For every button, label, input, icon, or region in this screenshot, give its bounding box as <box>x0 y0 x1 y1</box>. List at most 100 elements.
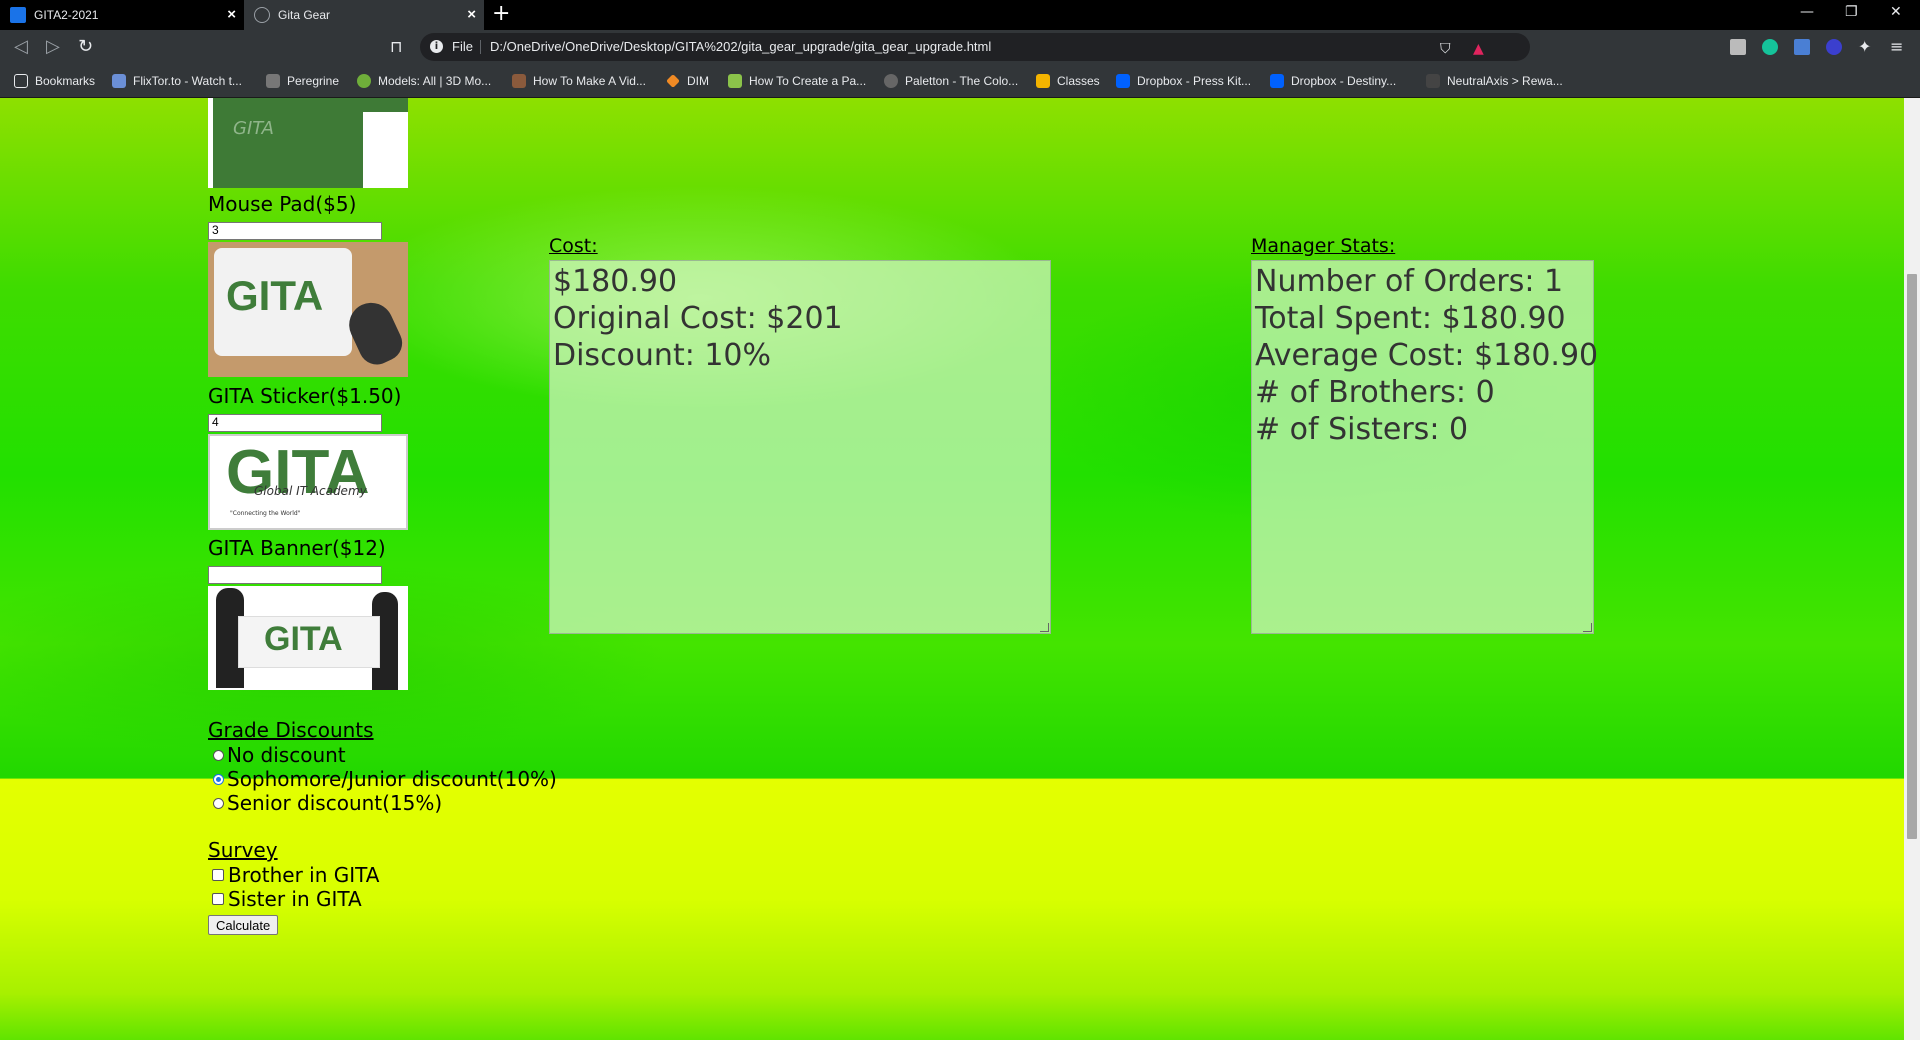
back-icon[interactable]: ◁ <box>14 37 28 57</box>
minimize-icon[interactable]: — <box>1800 4 1814 20</box>
mouse-pad-qty-input[interactable]: 3 <box>208 222 382 240</box>
toolbar: ◁ ▷ ↻ ⊓ i File D:/OneDrive/OneDrive/Desk… <box>0 30 1920 64</box>
page-icon <box>728 74 742 88</box>
product-label-mouse-pad: Mouse Pad($5) <box>208 192 357 216</box>
survey-heading: Survey <box>208 838 278 862</box>
tab-gita-gear[interactable]: Gita Gear × <box>244 0 484 30</box>
extension-icon[interactable] <box>1730 39 1746 55</box>
stat-sisters: # of Sisters: 0 <box>1255 412 1469 447</box>
scrollbar[interactable] <box>1904 98 1920 1040</box>
extensions-puzzle-icon[interactable]: ✦ <box>1858 37 1871 57</box>
dropbox-icon <box>1270 74 1284 88</box>
manager-stats-textarea[interactable]: Number of Orders: 1 Total Spent: $180.90… <box>1251 260 1599 634</box>
classroom-icon <box>10 7 26 23</box>
sticker-tagline: "Connecting the World" <box>230 510 301 517</box>
stat-orders: Number of Orders: 1 <box>1255 264 1564 299</box>
radio-button-selected[interactable] <box>213 773 224 785</box>
forward-icon[interactable]: ▷ <box>46 37 60 57</box>
bookmark-dropbox-press[interactable]: Dropbox - Press Kit... <box>1116 72 1251 90</box>
bookmark-dim[interactable]: DIM <box>666 72 709 90</box>
grammarly-icon[interactable] <box>1762 39 1778 55</box>
reload-icon[interactable]: ↻ <box>78 37 93 57</box>
stat-total-spent: Total Spent: $180.90 <box>1255 301 1566 336</box>
cost-original: Original Cost: $201 <box>553 301 843 336</box>
checkbox-brother[interactable]: Brother in GITA <box>208 863 379 887</box>
close-window-icon[interactable]: ✕ <box>1890 4 1902 20</box>
new-tab-icon[interactable]: + <box>492 2 510 26</box>
bookmarks-icon <box>14 74 28 88</box>
sticker-subtitle: Global IT Academy <box>254 484 367 498</box>
translate-icon[interactable] <box>1794 39 1810 55</box>
radio-button[interactable] <box>213 749 224 761</box>
restore-icon[interactable]: ❐ <box>1845 4 1858 20</box>
radio-button[interactable] <box>213 797 224 809</box>
menu-icon[interactable]: ≡ <box>1890 37 1903 57</box>
sticker-qty-input[interactable]: 4 <box>208 414 382 432</box>
checkbox[interactable] <box>212 893 224 905</box>
resize-handle[interactable] <box>1040 623 1049 632</box>
radio-no-discount[interactable]: No discount <box>208 743 346 767</box>
k-extension-icon[interactable] <box>1826 39 1842 55</box>
manager-stats-heading: Manager Stats: <box>1251 235 1396 257</box>
brave-rewards-icon[interactable]: ▲ <box>1473 39 1484 59</box>
close-tab-icon[interactable]: × <box>467 7 476 22</box>
sticker-image: GITA Global IT Academy "Connecting the W… <box>208 434 408 530</box>
checkbox[interactable] <box>212 869 224 881</box>
grade-discounts-heading: Grade Discounts <box>208 718 374 742</box>
bookmark-flixtor[interactable]: FlixTor.to - Watch t... <box>112 72 242 90</box>
tab-gita2-2021[interactable]: GITA2-2021 × <box>0 0 244 30</box>
stat-brothers: # of Brothers: 0 <box>1255 375 1495 410</box>
checkbox-sister[interactable]: Sister in GITA <box>208 887 362 911</box>
radio-sophomore-junior[interactable]: Sophomore/Junior discount(10%) <box>208 767 557 791</box>
url-text[interactable]: D:/OneDrive/OneDrive/Desktop/GITA%202/gi… <box>490 39 991 54</box>
scrollbar-thumb[interactable] <box>1907 274 1917 839</box>
gita-logo-text: GITA <box>233 118 274 139</box>
product-label-sticker: GITA Sticker($1.50) <box>208 384 402 408</box>
cost-discount: Discount: 10% <box>553 338 772 373</box>
bookmark-page-icon[interactable]: ⊓ <box>390 37 402 57</box>
dropbox-icon <box>1116 74 1130 88</box>
bookmark-how-to-make[interactable]: How To Make A Vid... <box>512 72 646 90</box>
models-icon <box>357 74 371 88</box>
resize-handle[interactable] <box>1583 623 1592 632</box>
info-icon[interactable]: i <box>430 40 443 53</box>
banner-image: GITA <box>208 586 408 690</box>
bookmark-how-to-create[interactable]: How To Create a Pa... <box>728 72 866 90</box>
brave-shield-icon[interactable]: ⛉ <box>1440 39 1451 59</box>
tab-title: Gita Gear <box>278 8 331 22</box>
mouse-pad-image: GITA <box>208 242 408 377</box>
product-image-partial: GITA <box>208 98 408 188</box>
bookmark-classes[interactable]: Classes <box>1036 72 1100 90</box>
tab-strip: GITA2-2021 × Gita Gear × + — ❐ ✕ <box>0 0 1920 30</box>
banner-qty-input[interactable] <box>208 566 382 584</box>
bookmark-neutralaxis[interactable]: NeutralAxis > Rewa... <box>1426 72 1563 90</box>
tab-title: GITA2-2021 <box>34 8 99 22</box>
cost-total: $180.90 <box>553 264 678 299</box>
page-content: GITA Mouse Pad($5) 3 GITA GITA Sticker($… <box>0 98 1904 1040</box>
browser-chrome: GITA2-2021 × Gita Gear × + — ❐ ✕ ◁ ▷ ↻ ⊓… <box>0 0 1920 98</box>
bookmark-peregrine[interactable]: Peregrine <box>266 72 339 90</box>
bookmark-bar: Bookmarks FlixTor.to - Watch t... Peregr… <box>0 64 1920 98</box>
bookmark-dropbox-destiny[interactable]: Dropbox - Destiny... <box>1270 72 1396 90</box>
globe-icon <box>254 7 270 23</box>
folder-icon <box>1036 74 1050 88</box>
flixtor-icon <box>112 74 126 88</box>
product-label-banner: GITA Banner($12) <box>208 536 386 560</box>
cost-textarea[interactable]: $180.90 Original Cost: $201 Discount: 10… <box>549 260 1051 634</box>
dim-icon <box>666 74 680 88</box>
calculate-button[interactable]: Calculate <box>208 915 279 935</box>
gita-logo-text: GITA <box>226 272 324 319</box>
bookmark-paletton[interactable]: Paletton - The Colo... <box>884 72 1018 90</box>
close-tab-icon[interactable]: × <box>227 7 236 22</box>
bookmark-models[interactable]: Models: All | 3D Mo... <box>357 72 491 90</box>
gita-logo-text: GITA <box>264 620 343 658</box>
url-scheme: File <box>452 39 473 54</box>
cost-heading: Cost: <box>549 235 598 257</box>
shield-icon <box>1426 74 1440 88</box>
address-bar[interactable]: i File D:/OneDrive/OneDrive/Desktop/GITA… <box>420 33 1530 61</box>
paletton-icon <box>884 74 898 88</box>
stat-average-cost: Average Cost: $180.90 <box>1255 338 1599 373</box>
peregrine-icon <box>266 74 280 88</box>
bookmark-all[interactable]: Bookmarks <box>14 72 95 90</box>
radio-senior[interactable]: Senior discount(15%) <box>208 791 442 815</box>
